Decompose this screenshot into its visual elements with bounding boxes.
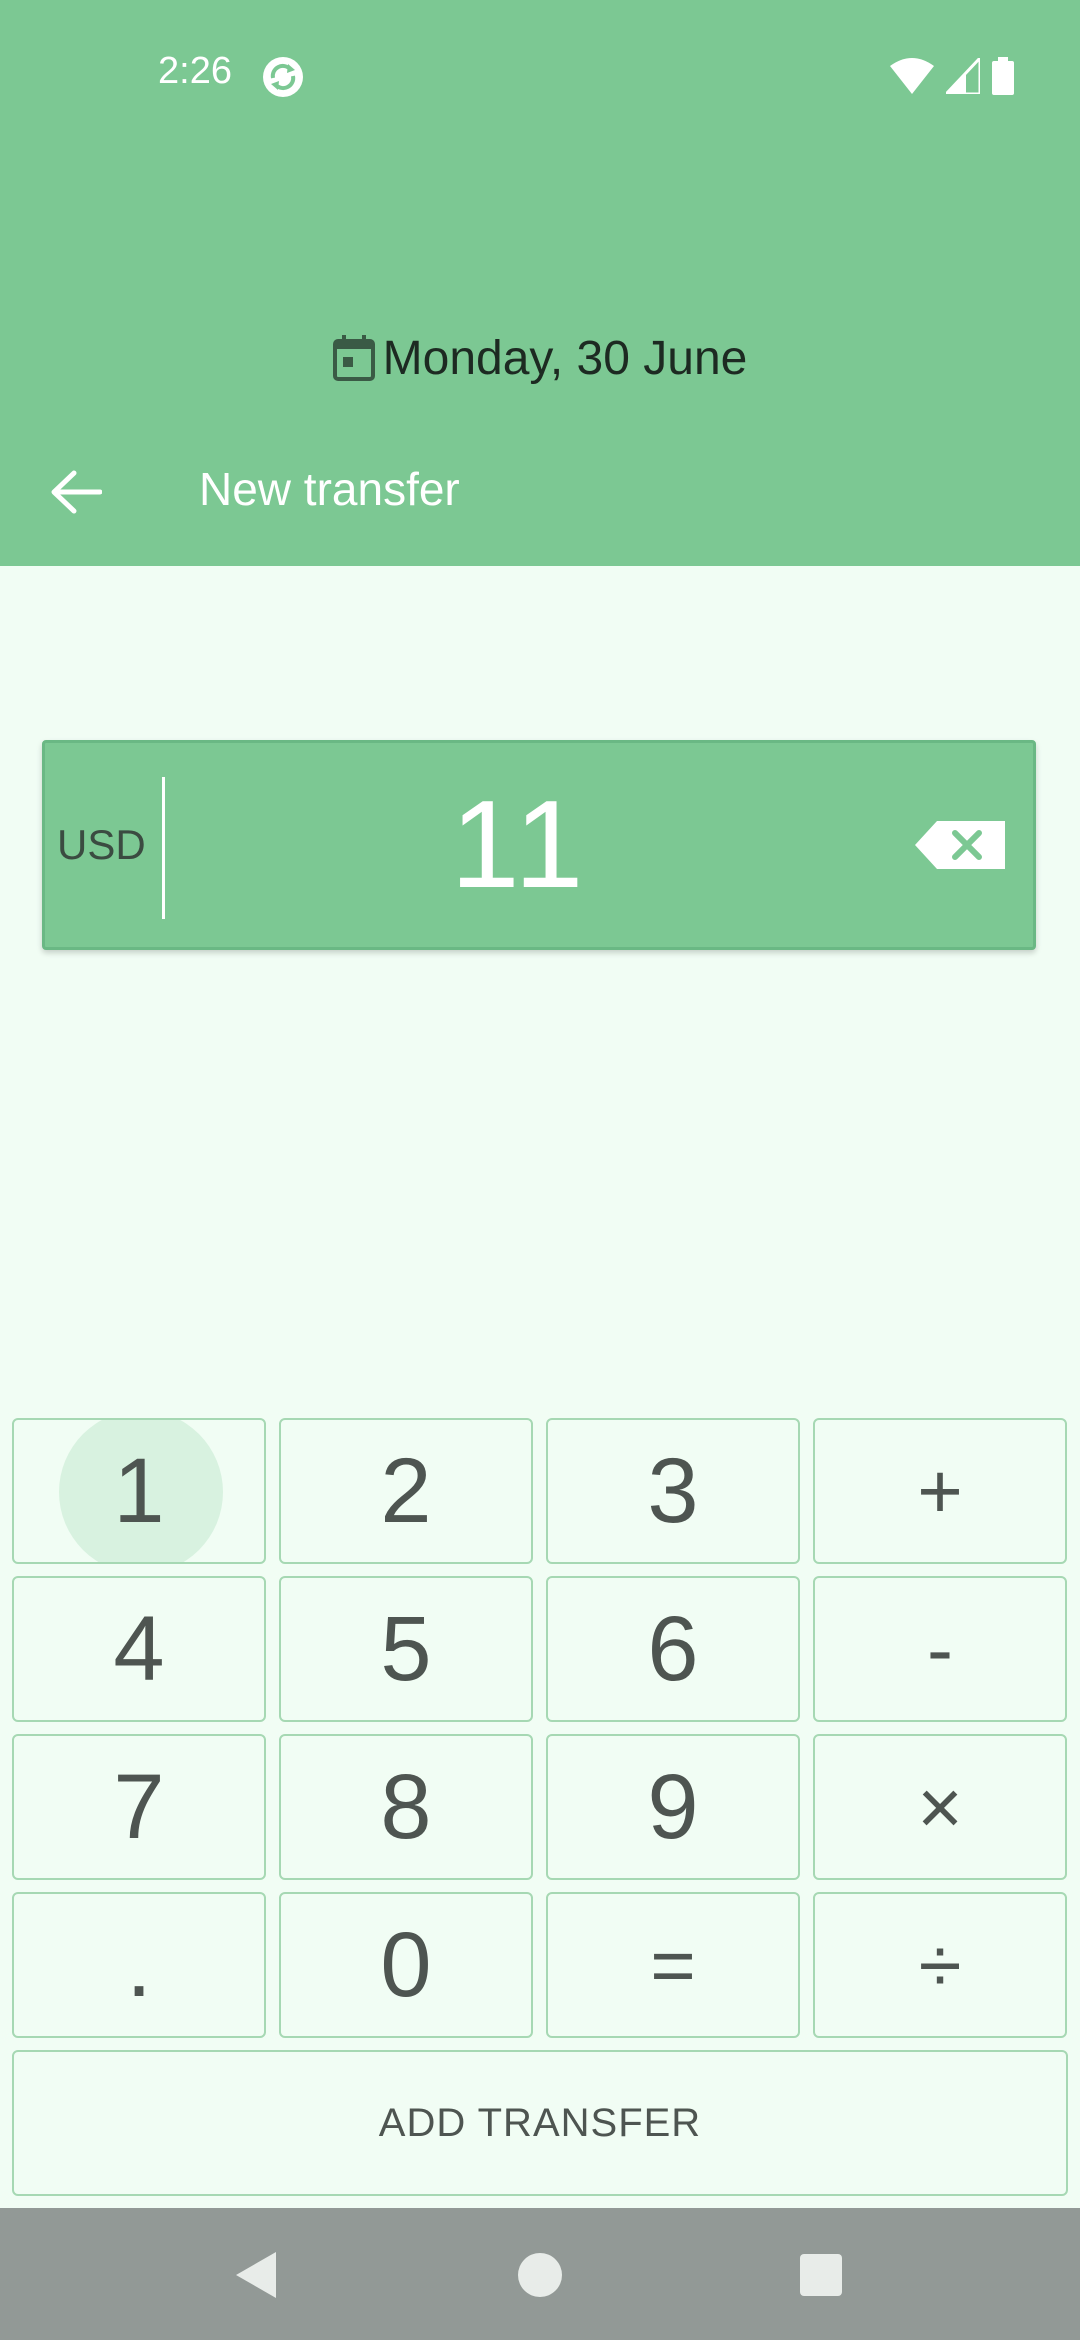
back-triangle-icon[interactable] [230, 2248, 284, 2302]
arrow-back-icon [51, 470, 102, 514]
key-minus[interactable]: - [813, 1576, 1067, 1722]
date-label: Monday, 30 June [382, 331, 748, 385]
recents-square-icon[interactable] [794, 2248, 848, 2302]
key-5[interactable]: 5 [279, 1576, 533, 1722]
signal-icon [946, 58, 980, 94]
back-button[interactable] [40, 456, 112, 528]
battery-icon [992, 57, 1014, 95]
add-transfer-button[interactable]: ADD TRANSFER [12, 2050, 1068, 2196]
amount-value: 11 [450, 776, 588, 914]
calendar-icon [332, 335, 375, 381]
wifi-icon [890, 58, 934, 94]
key-decimal[interactable]: . [12, 1892, 266, 2038]
key-divide[interactable]: ÷ [813, 1892, 1067, 2038]
backspace-icon[interactable] [915, 821, 1005, 869]
page-title: New transfer [199, 463, 460, 515]
key-4[interactable]: 4 [12, 1576, 266, 1722]
home-circle-icon[interactable] [513, 2248, 567, 2302]
sync-icon [263, 57, 303, 97]
key-plus[interactable]: + [813, 1418, 1067, 1564]
app-header: 2:26 Monday, 30 June New transfer [0, 0, 1080, 566]
currency-selector[interactable]: USD [57, 743, 146, 947]
key-0[interactable]: 0 [279, 1892, 533, 2038]
status-time: 2:26 [158, 50, 232, 92]
key-8[interactable]: 8 [279, 1734, 533, 1880]
key-9[interactable]: 9 [546, 1734, 800, 1880]
key-6[interactable]: 6 [546, 1576, 800, 1722]
key-2[interactable]: 2 [279, 1418, 533, 1564]
key-label: 1 [113, 1439, 165, 1542]
key-equals[interactable]: = [546, 1892, 800, 2038]
keypad: 1 2 3 + 4 5 6 - 7 8 9 × . 0 = ÷ [12, 1418, 1068, 2038]
key-3[interactable]: 3 [546, 1418, 800, 1564]
amount-display: USD 11 [42, 740, 1036, 950]
key-multiply[interactable]: × [813, 1734, 1067, 1880]
status-icons [890, 56, 1014, 96]
date-selector[interactable]: Monday, 30 June [0, 326, 1080, 390]
key-1[interactable]: 1 [12, 1418, 266, 1564]
key-7[interactable]: 7 [12, 1734, 266, 1880]
input-divider [162, 777, 165, 919]
